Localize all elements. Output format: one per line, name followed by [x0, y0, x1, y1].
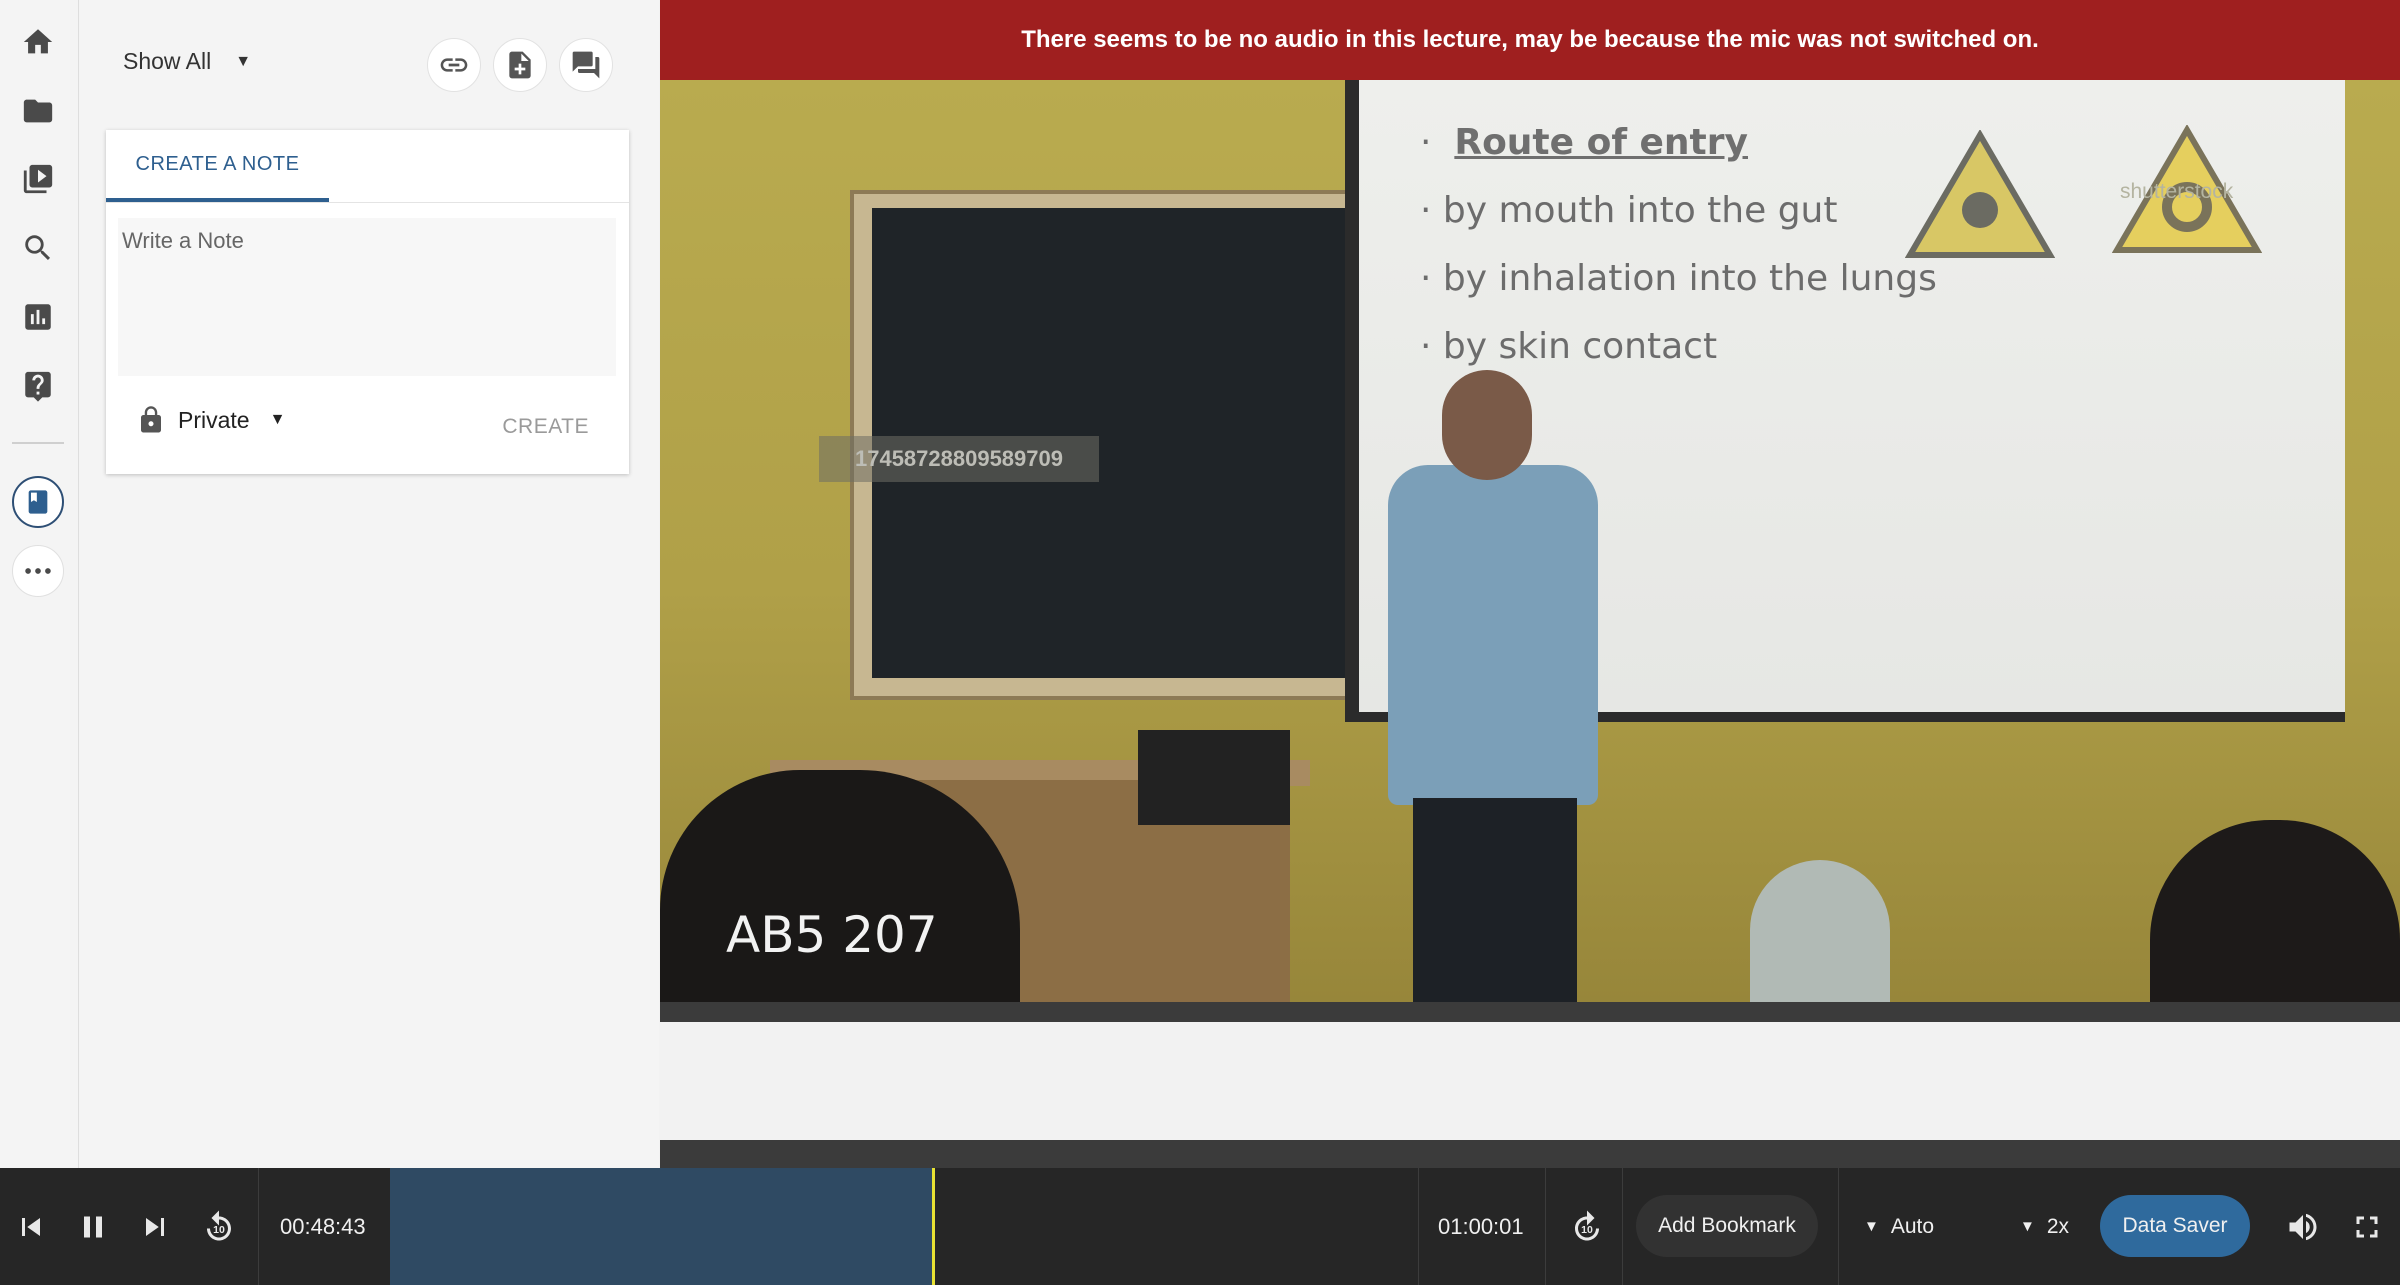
chevron-down-icon: ▼: [235, 52, 252, 70]
quality-label: Auto: [1890, 1214, 1935, 1238]
seek-bar-playhead[interactable]: [932, 1168, 935, 1285]
search-icon[interactable]: [12, 222, 64, 274]
slide-heading: · Route of entry: [1420, 122, 1748, 163]
volume-button[interactable]: [2278, 1202, 2328, 1252]
control-separator: [1838, 1168, 1839, 1285]
slide-image-label: shutterstock: [2120, 180, 2234, 203]
notebook-icon[interactable]: [12, 476, 64, 528]
forward-10-button[interactable]: 10: [1562, 1202, 1612, 1252]
slide-bullet: · by mouth into the gut: [1420, 190, 1838, 231]
video-library-icon[interactable]: [12, 153, 64, 205]
tab-divider: [106, 202, 629, 203]
video-player[interactable]: 17458728809589709 · Route of entry · by …: [660, 80, 2400, 1002]
room-label: AB5 207: [726, 906, 938, 964]
no-audio-banner: There seems to be no audio in this lectu…: [660, 0, 2400, 80]
privacy-label: Private: [178, 406, 250, 433]
add-document-icon: [509, 51, 531, 79]
icon-rail: [0, 0, 79, 1168]
student-silhouette: [1750, 860, 1890, 1002]
notes-panel: Show All ▼ CREATE A NOTE Private ▼ CREAT…: [79, 0, 659, 1168]
laptop: [1138, 730, 1290, 825]
hazard-sign-icon: [1905, 130, 2055, 258]
link-icon: [440, 58, 468, 72]
link-button[interactable]: [427, 38, 481, 92]
previous-button[interactable]: [6, 1202, 56, 1252]
total-duration: 01:00:01: [1438, 1213, 1524, 1239]
comments-icon: [572, 51, 600, 79]
skip-previous-icon: [22, 1218, 40, 1236]
video-bottom-strip: [660, 1002, 2400, 1022]
pause-icon: [84, 1216, 102, 1238]
svg-text:10: 10: [213, 1224, 225, 1236]
seek-bar[interactable]: [390, 1168, 1418, 1285]
skip-next-icon: [146, 1218, 164, 1236]
comments-button[interactable]: [559, 38, 613, 92]
filter-label: Show All: [123, 48, 212, 74]
create-note-button[interactable]: CREATE: [502, 415, 589, 439]
lecturer-legs: [1413, 798, 1577, 1002]
control-separator: [258, 1168, 259, 1285]
add-bookmark-button[interactable]: Add Bookmark: [1636, 1195, 1818, 1257]
video-lower-bar: [660, 1140, 2400, 1168]
show-filter-dropdown[interactable]: Show All ▼: [123, 48, 251, 75]
help-icon[interactable]: [12, 360, 64, 412]
control-separator: [1622, 1168, 1623, 1285]
more-icon[interactable]: [12, 545, 64, 597]
chevron-down-icon: ▼: [269, 411, 286, 428]
speed-dropdown[interactable]: ▼ 2x: [2020, 1168, 2069, 1285]
caret-down-icon: ▼: [2020, 1218, 2035, 1235]
lecturer-head: [1442, 370, 1532, 480]
rewind-10-button[interactable]: 10: [194, 1202, 244, 1252]
note-textarea[interactable]: [118, 218, 616, 376]
video-watermark-id: 17458728809589709: [819, 436, 1099, 482]
tab-create-note[interactable]: CREATE A NOTE: [106, 130, 329, 202]
speed-label: 2x: [2046, 1214, 2070, 1238]
svg-text:10: 10: [1581, 1224, 1593, 1236]
add-document-button[interactable]: [493, 38, 547, 92]
replay-10-icon: 10: [206, 1210, 231, 1241]
volume-icon: [2289, 1213, 2317, 1241]
create-note-card: CREATE A NOTE Private ▼ CREATE: [106, 130, 629, 474]
lock-icon: [141, 406, 161, 433]
player-control-bar: 10 00:48:43 01:00:01 10 Add Bookmark ▼ A…: [0, 1168, 2400, 1285]
bar-chart-icon[interactable]: [12, 291, 64, 343]
rail-divider: [12, 442, 64, 444]
fullscreen-icon: [2356, 1216, 2378, 1238]
home-icon[interactable]: [12, 16, 64, 68]
caret-down-icon: ▼: [1864, 1218, 1879, 1235]
lecturer-body: [1388, 465, 1598, 805]
next-button[interactable]: [130, 1202, 180, 1252]
folder-icon[interactable]: [12, 85, 64, 137]
data-saver-button[interactable]: Data Saver: [2100, 1195, 2250, 1257]
seek-bar-played: [390, 1168, 932, 1285]
current-time: 00:48:43: [280, 1213, 366, 1239]
slide-bullet: · by inhalation into the lungs: [1420, 258, 1937, 299]
slide-bullet: · by skin contact: [1420, 326, 1718, 367]
fullscreen-button[interactable]: [2342, 1202, 2392, 1252]
control-separator: [1418, 1168, 1419, 1285]
control-separator: [1545, 1168, 1546, 1285]
quality-dropdown[interactable]: ▼ Auto: [1864, 1168, 1934, 1285]
pause-button[interactable]: [68, 1202, 118, 1252]
privacy-dropdown[interactable]: Private ▼: [136, 405, 285, 435]
forward-10-icon: 10: [1575, 1210, 1599, 1241]
